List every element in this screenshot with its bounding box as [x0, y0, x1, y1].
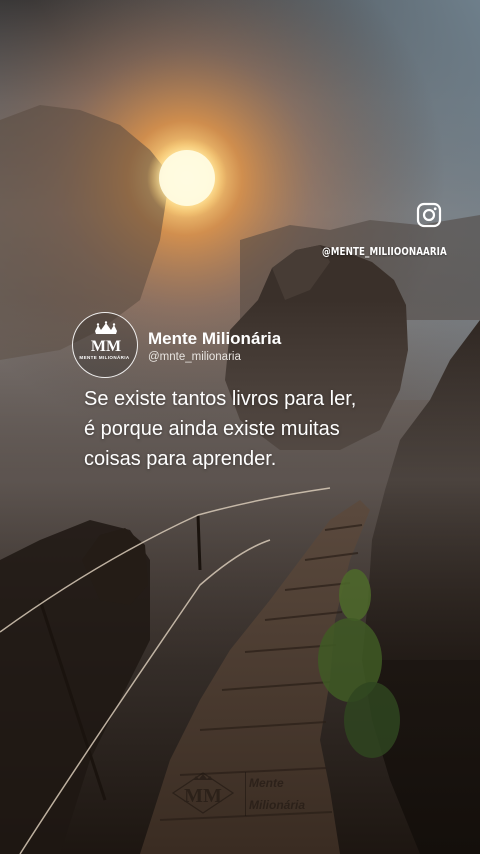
quote-line: Se existe tantos livros para ler, [84, 388, 357, 410]
avatar-caption: MENTE MILIONÁRIA [79, 355, 130, 360]
instagram-icon[interactable] [416, 202, 442, 228]
quote-line: é porque ainda existe muitas [84, 418, 340, 440]
watermark-text: Mente Milionária [249, 772, 305, 816]
watermark: MM Mente Milionária [165, 768, 325, 828]
post-quote: Se existe tantos livros para ler, é porq… [84, 384, 424, 474]
watermark-line: Milionária [249, 798, 306, 812]
avatar-monogram: MM [91, 338, 121, 355]
avatar[interactable]: MM MENTE MILIONÁRIA [72, 312, 138, 378]
author-handle[interactable]: @mnte_milionaria [148, 351, 241, 363]
watermark-logo: MM [171, 772, 235, 814]
watermark-divider [245, 772, 246, 816]
watermark-line: Mente [249, 776, 284, 790]
crown-monogram-logo: MM [91, 321, 121, 355]
author-name[interactable]: Mente Milionária [148, 329, 281, 349]
watermark-monogram: MM [184, 785, 222, 807]
quote-line: coisas para aprender. [84, 448, 277, 470]
instagram-handle[interactable]: @MENTE_MILIIOONAARIA [322, 245, 447, 258]
